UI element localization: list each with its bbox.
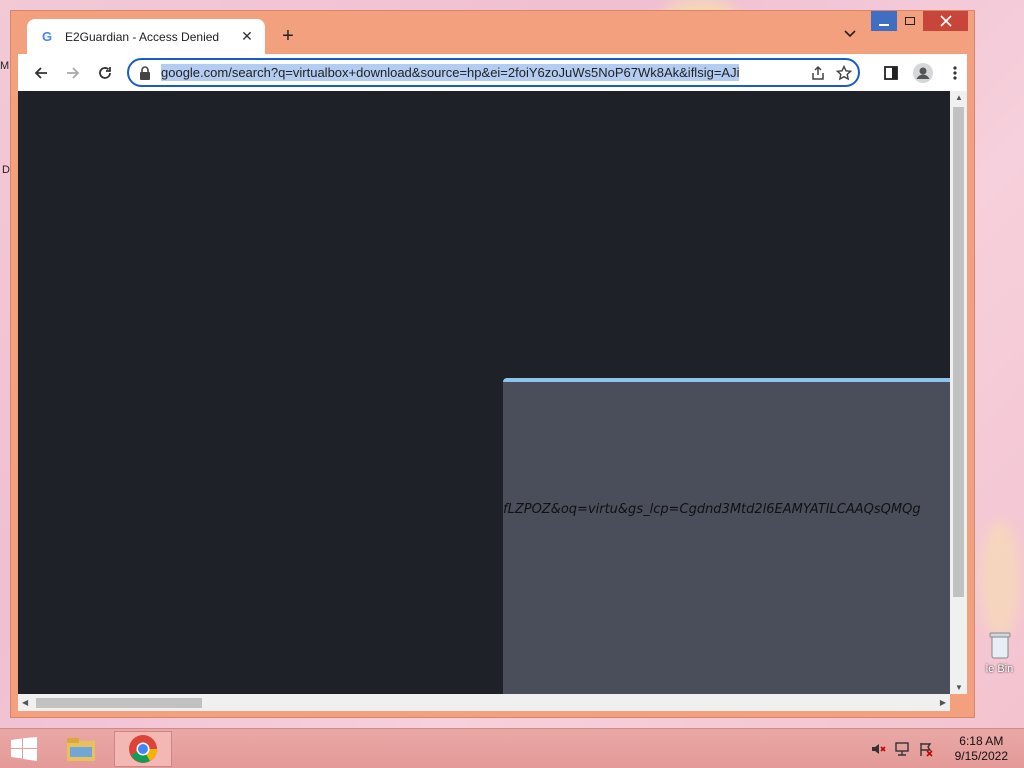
scroll-right-icon[interactable]: ▶ xyxy=(940,698,946,707)
side-panel-button[interactable] xyxy=(880,62,902,84)
google-g-icon: G xyxy=(41,29,53,44)
tab-strip: G E2Guardian - Access Denied ✕ + xyxy=(11,11,974,54)
chrome-icon xyxy=(129,735,157,763)
trash-icon xyxy=(989,632,1010,659)
scroll-down-icon[interactable]: ▼ xyxy=(955,683,963,692)
taskbar-file-explorer[interactable] xyxy=(60,731,102,767)
back-arrow-icon xyxy=(34,67,47,79)
side-panel-icon xyxy=(884,66,898,80)
desktop-decoration xyxy=(980,520,1020,640)
maximize-button[interactable] xyxy=(897,11,923,31)
folder-icon xyxy=(67,738,95,761)
action-center-flag-icon[interactable] xyxy=(918,741,934,757)
taskbar-clock[interactable]: 6:18 AM 9/15/2022 xyxy=(955,734,1008,764)
address-bar-actions xyxy=(810,65,852,81)
url-text[interactable]: google.com/search?q=virtualbox+download&… xyxy=(161,64,740,81)
window-controls xyxy=(871,11,968,31)
close-window-button[interactable] xyxy=(923,11,968,31)
scroll-up-icon[interactable]: ▲ xyxy=(955,93,963,102)
profile-avatar-icon xyxy=(913,63,933,83)
browser-menu-button[interactable] xyxy=(944,62,966,84)
reload-icon xyxy=(99,67,111,79)
tab-title: E2Guardian - Access Denied xyxy=(65,29,220,44)
content-panel: fLZPOZ&oq=virtu&gs_lcp=Cgdnd3Mtd2l6EAMYA… xyxy=(503,378,950,694)
start-button[interactable] xyxy=(10,737,38,761)
back-button[interactable] xyxy=(30,62,52,84)
reload-button[interactable] xyxy=(94,62,116,84)
desktop-icon-partial[interactable]: D xyxy=(2,164,10,176)
bookmark-star-icon[interactable] xyxy=(836,65,852,81)
taskbar: 6:18 AM 9/15/2022 xyxy=(0,728,1024,768)
taskbar-chrome[interactable] xyxy=(114,731,172,767)
lock-icon xyxy=(140,65,150,80)
tab-search-chevron-icon[interactable] xyxy=(844,27,856,41)
new-tab-button[interactable]: + xyxy=(277,25,299,47)
system-tray xyxy=(870,741,934,757)
share-icon[interactable] xyxy=(810,65,826,81)
desktop-icon-partial[interactable]: M xyxy=(0,60,9,72)
network-icon[interactable] xyxy=(894,741,910,757)
vertical-scrollbar[interactable]: ▲ ▼ xyxy=(950,91,967,694)
page-viewport: fLZPOZ&oq=virtu&gs_lcp=Cgdnd3Mtd2l6EAMYA… xyxy=(18,91,950,694)
tab-active[interactable]: G E2Guardian - Access Denied ✕ xyxy=(27,19,265,54)
recycle-bin-label: le Bin xyxy=(985,663,1014,675)
kebab-menu-icon xyxy=(953,66,957,80)
windows-logo-icon xyxy=(11,737,37,761)
horizontal-scrollbar[interactable]: ◀ ▶ xyxy=(18,694,950,711)
forward-button[interactable] xyxy=(62,62,84,84)
vertical-scroll-thumb[interactable] xyxy=(953,107,964,597)
panel-overflow-text: fLZPOZ&oq=virtu&gs_lcp=Cgdnd3Mtd2l6EAMYA… xyxy=(503,502,921,517)
close-icon xyxy=(939,15,952,27)
browser-toolbar: google.com/search?q=virtualbox+download&… xyxy=(18,54,967,91)
recycle-bin-icon[interactable]: le Bin xyxy=(975,630,1024,675)
scroll-left-icon[interactable]: ◀ xyxy=(22,698,28,707)
browser-window: G E2Guardian - Access Denied ✕ + google.… xyxy=(10,10,975,718)
address-bar[interactable]: google.com/search?q=virtualbox+download&… xyxy=(127,58,860,87)
profile-button[interactable] xyxy=(912,62,934,84)
clock-date: 9/15/2022 xyxy=(954,749,1008,763)
horizontal-scroll-thumb[interactable] xyxy=(36,698,202,708)
minimize-button[interactable] xyxy=(871,11,897,31)
clock-time: 6:18 AM xyxy=(959,734,1004,748)
volume-muted-icon[interactable] xyxy=(870,741,886,757)
close-tab-icon[interactable]: ✕ xyxy=(239,28,255,45)
forward-arrow-icon xyxy=(67,67,80,79)
